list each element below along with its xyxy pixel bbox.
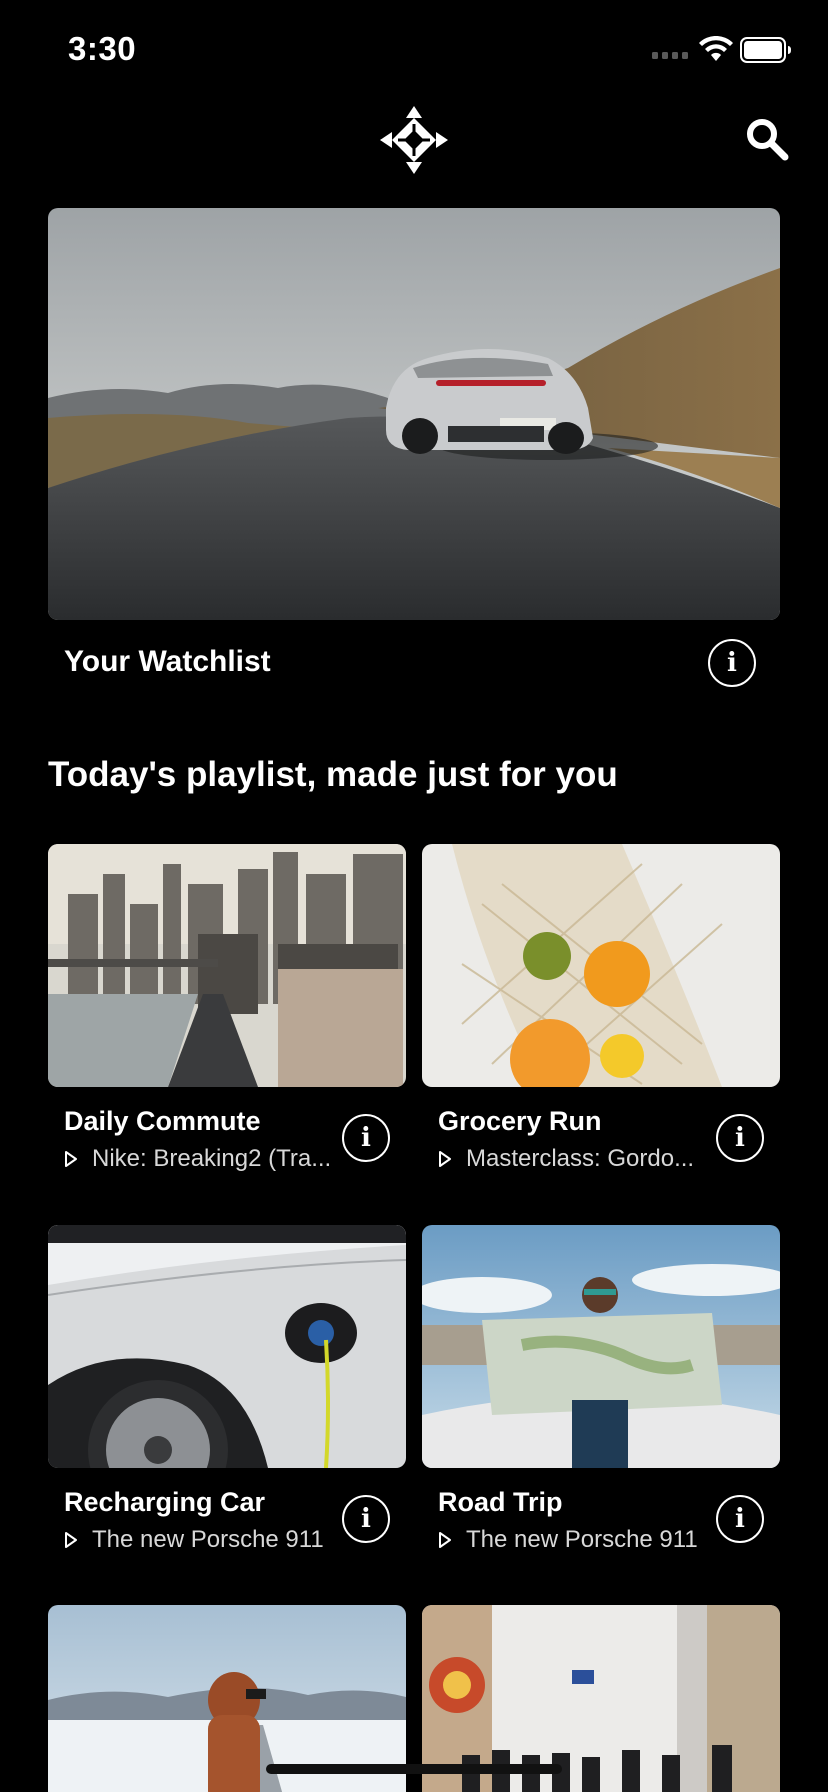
info-icon: i [361, 1123, 371, 1153]
card-subtitle-text: The new Porsche 911 [466, 1526, 698, 1553]
play-icon [65, 1151, 77, 1167]
card-title-daily-commute: Daily Commute [64, 1106, 261, 1136]
card-subtitle-grocery-run: Masterclass: Gordo... [438, 1145, 694, 1173]
watchlist-hero-image[interactable] [48, 208, 780, 620]
card-image-road-trip[interactable] [422, 1225, 780, 1468]
card-info-button-road-trip[interactable]: i [716, 1495, 764, 1543]
info-icon: i [735, 1504, 745, 1534]
card-subtitle-recharging-car: The new Porsche 911 [64, 1526, 324, 1554]
card-subtitle-daily-commute: Nike: Breaking2 (Tra... [64, 1145, 331, 1173]
card-info-button-recharging-car[interactable]: i [342, 1495, 390, 1543]
watchlist-label: Your Watchlist [64, 645, 271, 678]
card-info-button-daily-commute[interactable]: i [342, 1114, 390, 1162]
card-subtitle-text: Nike: Breaking2 (Tra... [92, 1145, 332, 1172]
card-image-recharging-car[interactable] [48, 1225, 406, 1468]
home-indicator[interactable] [266, 1764, 562, 1774]
play-icon [439, 1532, 451, 1548]
card-title-grocery-run: Grocery Run [438, 1106, 602, 1136]
status-bar: 3:30 [0, 0, 828, 100]
status-time: 3:30 [68, 30, 137, 67]
card-image-grocery-run[interactable] [422, 844, 780, 1087]
play-icon [439, 1151, 451, 1167]
battery-icon [740, 37, 791, 63]
app-logo-icon [380, 106, 448, 174]
card-subtitle-text: Masterclass: Gordo... [466, 1145, 695, 1172]
info-icon: i [727, 648, 737, 678]
card-image-daily-commute[interactable] [48, 844, 406, 1087]
card-info-button-grocery-run[interactable]: i [716, 1114, 764, 1162]
info-icon: i [361, 1504, 371, 1534]
signal-icon [652, 52, 688, 59]
wifi-icon [699, 36, 733, 61]
card-subtitle-text: The new Porsche 911 [92, 1526, 324, 1553]
search-icon[interactable] [744, 116, 790, 162]
play-icon [65, 1532, 77, 1548]
card-title-road-trip: Road Trip [438, 1487, 563, 1517]
card-subtitle-road-trip: The new Porsche 911 [438, 1526, 698, 1554]
info-icon: i [735, 1123, 745, 1153]
section-title: Today's playlist, made just for you [48, 755, 618, 794]
watchlist-info-button[interactable]: i [708, 639, 756, 687]
card-title-recharging-car: Recharging Car [64, 1487, 266, 1517]
